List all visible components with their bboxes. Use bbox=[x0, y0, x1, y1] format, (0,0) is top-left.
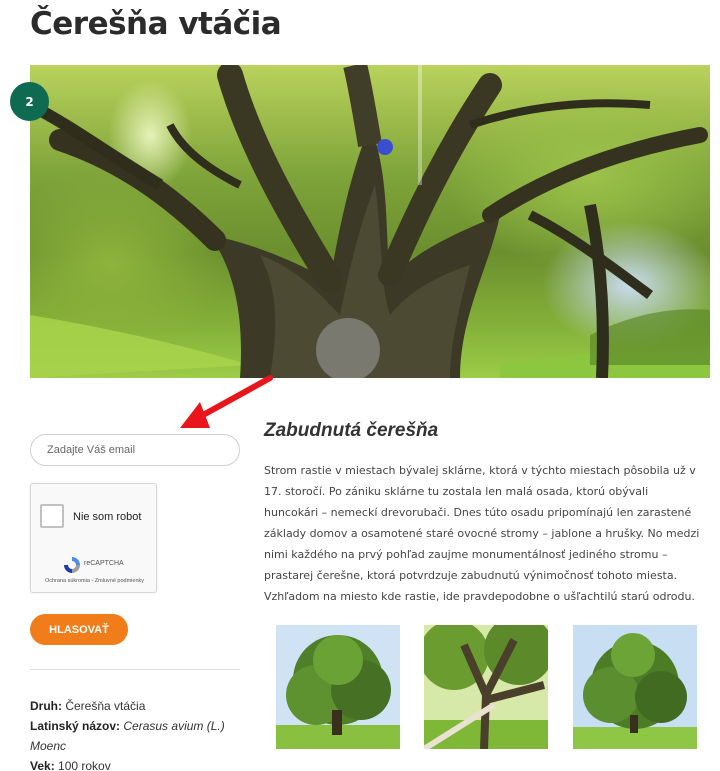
step-number-badge: 2 bbox=[10, 82, 49, 121]
email-input[interactable] bbox=[30, 434, 240, 466]
hero-tree-photo bbox=[30, 65, 710, 378]
recaptcha-legal-links[interactable]: Ochrana súkromia - Zmluvné podmienky bbox=[35, 578, 154, 585]
recaptcha-logo-icon bbox=[64, 557, 80, 573]
druh-value: Čerešňa vtáčia bbox=[65, 699, 146, 713]
gallery-thumbnail[interactable] bbox=[276, 625, 400, 749]
vote-button[interactable]: HLASOVAŤ bbox=[30, 614, 128, 645]
article-heading: Zabudnutá čerešňa bbox=[264, 420, 439, 441]
tree-info: Druh: Čerešňa vtáčia Latinský názov: Cer… bbox=[30, 696, 230, 771]
recaptcha-checkbox[interactable] bbox=[40, 504, 64, 528]
gallery-thumbnail[interactable] bbox=[573, 625, 697, 749]
red-arrow-icon bbox=[180, 375, 273, 428]
recaptcha-label: Nie som robot bbox=[73, 511, 142, 523]
recaptcha-brand: reCAPTCHA bbox=[84, 560, 124, 567]
page-title: Čerešňa vtáčia bbox=[30, 6, 282, 42]
latin-label: Latinský názov: bbox=[30, 719, 121, 733]
info-vek: Vek: 100 rokov bbox=[30, 756, 230, 771]
info-latin: Latinský názov: Cerasus avium (L.) Moenc bbox=[30, 716, 230, 756]
gallery-thumbnail[interactable] bbox=[424, 625, 548, 749]
recaptcha-widget: Nie som robot reCAPTCHA Ochrana súkromia… bbox=[30, 483, 157, 593]
info-druh: Druh: Čerešňa vtáčia bbox=[30, 696, 230, 716]
divider bbox=[30, 669, 240, 670]
vek-label: Vek: bbox=[30, 759, 55, 771]
druh-label: Druh: bbox=[30, 699, 62, 713]
article-body: Strom rastie v miestach bývalej sklárne,… bbox=[264, 464, 700, 603]
vek-value: 100 rokov bbox=[58, 759, 111, 771]
